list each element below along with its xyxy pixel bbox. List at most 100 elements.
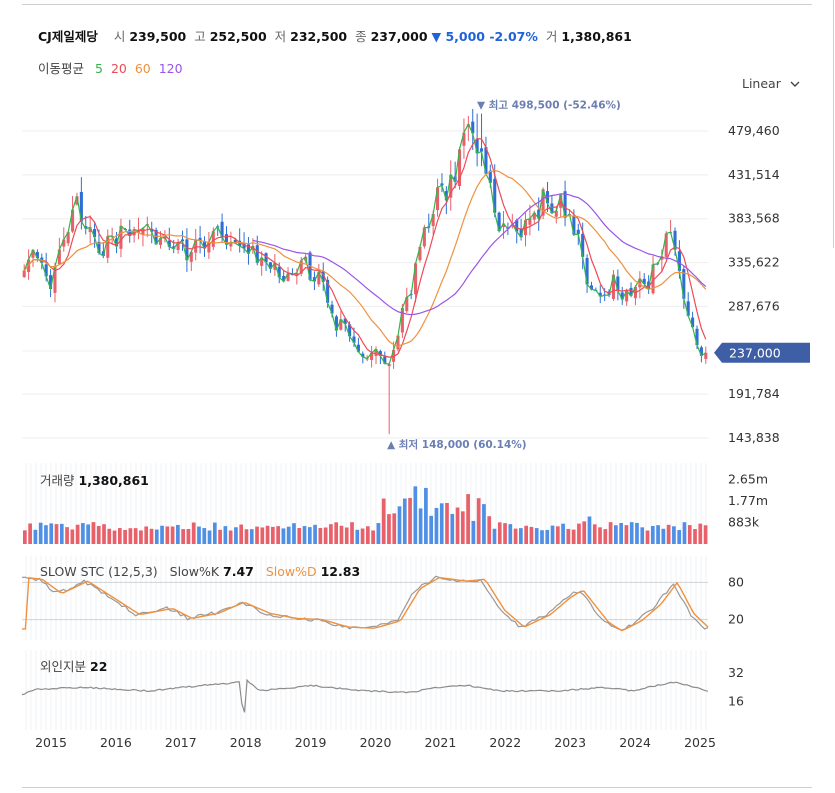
- candle: [229, 231, 233, 252]
- volume-bar: [49, 523, 54, 544]
- volume-bar: [339, 525, 344, 544]
- volume-bar: [228, 530, 233, 544]
- volume-bar: [614, 525, 618, 544]
- volume-bar: [202, 528, 207, 544]
- stc-d-name: Slow%D: [265, 564, 317, 579]
- volume-bar: [307, 527, 312, 544]
- volume-bar: [455, 507, 460, 544]
- volume-bar: [371, 530, 375, 544]
- volume-bar: [571, 529, 576, 544]
- volume-bar: [439, 503, 444, 544]
- volume-bar: [476, 498, 481, 544]
- volume-bar: [286, 526, 291, 544]
- volume-bar: [376, 523, 381, 544]
- volume-bar: [661, 528, 666, 544]
- volume-bar: [561, 523, 565, 544]
- volume-bar: [191, 522, 196, 544]
- slow-d-line: [22, 576, 709, 632]
- foreign-ownership-panel: 32 16: [21, 650, 744, 730]
- volume-bar: [234, 527, 238, 544]
- volume-bar: [582, 521, 587, 544]
- ma-5-line: [23, 122, 707, 365]
- volume-bar: [38, 522, 43, 544]
- candle: [466, 115, 470, 141]
- volume-bar: [687, 525, 692, 544]
- volume-bar: [170, 526, 175, 544]
- volume-bar: [107, 528, 112, 544]
- volume-bar: [70, 529, 75, 544]
- year-tick-label: 2018: [230, 735, 262, 750]
- candle: [185, 228, 189, 272]
- volume-bar: [450, 513, 455, 544]
- volume-bar: [218, 529, 222, 544]
- volume-bar: [545, 529, 550, 544]
- candlestick-series: [22, 109, 708, 435]
- volume-bar: [33, 529, 38, 544]
- slow-k-line: [21, 575, 709, 631]
- stc-d-value: 12.83: [320, 564, 361, 579]
- stc-k-value: 7.47: [223, 564, 254, 579]
- volume-bar: [212, 522, 217, 544]
- volume-bar: [592, 524, 597, 544]
- stc-panel-title: SLOW STC (12,5,3): [40, 564, 158, 579]
- volume-bar: [54, 524, 59, 544]
- volume-bar: [524, 525, 529, 544]
- volume-bar: [112, 530, 117, 544]
- volume-bar: [65, 527, 69, 544]
- volume-tick-label: 1.77m: [728, 493, 768, 508]
- candle-body: [22, 270, 26, 278]
- volume-bar: [508, 524, 513, 544]
- volume-bar: [91, 522, 96, 544]
- stc-tick-label: 20: [728, 612, 744, 627]
- volume-bar: [334, 522, 339, 544]
- volume-bar: [434, 507, 439, 544]
- volume-bar: [154, 529, 159, 544]
- volume-bar: [355, 529, 360, 544]
- current-price-label: 237,000: [729, 345, 781, 360]
- volume-bar: [96, 526, 101, 544]
- price-tick-label: 431,514: [728, 167, 780, 182]
- foreign-panel-value: 22: [90, 659, 108, 674]
- volume-bar: [239, 524, 244, 544]
- volume-bar: [323, 527, 328, 544]
- volume-bar: [650, 525, 655, 544]
- volume-bar: [197, 526, 201, 544]
- candle: [387, 362, 391, 435]
- volume-tick-label: 883k: [728, 515, 760, 530]
- volume-bar: [550, 525, 555, 544]
- volume-bar: [181, 529, 186, 544]
- volume-bar: [534, 528, 539, 544]
- volume-bar: [165, 526, 170, 544]
- volume-bar: [619, 523, 623, 544]
- year-tick-label: 2016: [100, 735, 132, 750]
- volume-bar: [598, 527, 602, 544]
- volume-bar: [244, 529, 249, 544]
- volume-bar: [698, 523, 703, 544]
- volume-bar: [313, 524, 317, 544]
- volume-bar: [302, 526, 307, 544]
- ma-20-line: [23, 137, 707, 358]
- volume-bar: [429, 515, 434, 544]
- year-tick-label: 2023: [554, 735, 586, 750]
- year-tick-label: 2024: [619, 735, 651, 750]
- volume-bar: [497, 522, 502, 544]
- volume-bar: [59, 523, 64, 544]
- volume-bar: [624, 525, 629, 544]
- volume-bar: [28, 523, 32, 544]
- price-tick-label: 143,838: [728, 430, 780, 445]
- volume-bar: [381, 498, 386, 544]
- foreign-panel-title: 외인지분: [40, 659, 87, 674]
- stock-chart[interactable]: 479,460 431,514 383,568 335,622 287,676 191,7…: [0, 0, 835, 793]
- volume-bar: [418, 508, 423, 544]
- price-tick-label: 383,568: [728, 211, 780, 226]
- volume-bar: [466, 494, 470, 544]
- volume-bar: [682, 522, 687, 544]
- volume-bar: [23, 530, 27, 544]
- foreign-tick-label: 16: [728, 694, 744, 709]
- volume-bar: [666, 524, 671, 544]
- volume-panel-label: 거래량 1,380,861: [40, 470, 149, 489]
- candle: [620, 286, 624, 305]
- moving-average-lines: [23, 122, 707, 365]
- candle-body: [576, 229, 580, 235]
- price-tick-label: 287,676: [728, 298, 780, 313]
